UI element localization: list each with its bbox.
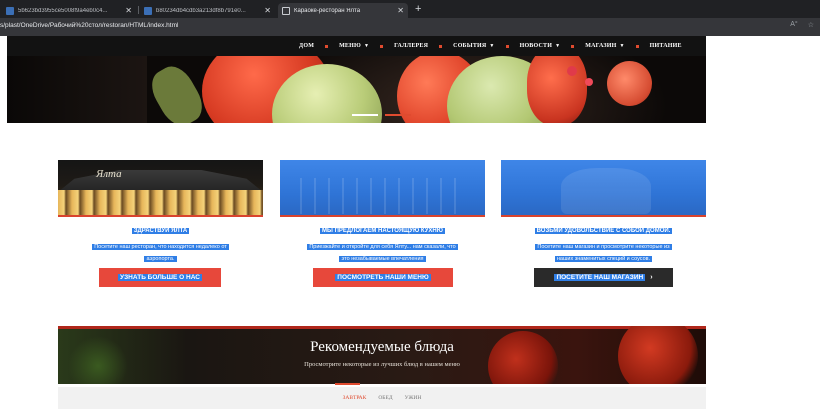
- button-label: ПОСЕТИТЕ НАШ МАГАЗИН: [554, 274, 646, 281]
- card-image-shop: [501, 160, 706, 217]
- banner-top-line: [58, 326, 706, 329]
- read-aloud-icon[interactable]: A°: [790, 21, 797, 29]
- hero-food-shape: [144, 60, 210, 123]
- address-bar-actions: A° ☆: [790, 21, 814, 29]
- card-title-text: ЗДРАСТВУЙ ЯЛТА: [131, 228, 190, 234]
- about-us-button[interactable]: УЗНАТЬ БОЛЬШЕ О НАС: [99, 268, 221, 287]
- plus-icon[interactable]: +: [415, 2, 421, 16]
- restaurant-windows: [58, 190, 263, 215]
- card-description-line: Посетите наш магазин и просмотрите некот…: [535, 244, 672, 250]
- card-description-line: аэропорта.: [144, 256, 177, 262]
- browser-tab-title: Караоке-ресторан Ялта: [294, 7, 361, 14]
- card-description-line: Приезжайте и откройте для себя Ялту... н…: [307, 244, 458, 250]
- shop-pattern: [561, 168, 651, 214]
- card-description: Приезжайте и откройте для себя Ялту... н…: [280, 241, 485, 265]
- cuisine-pattern: [300, 178, 465, 214]
- visit-shop-button[interactable]: ПОСЕТИТЕ НАШ МАГАЗИН ›: [534, 268, 673, 287]
- button-label: УЗНАТЬ БОЛЬШЕ О НАС: [118, 274, 202, 281]
- nav-separator: [380, 44, 384, 48]
- tab-lunch[interactable]: ОБЕД: [378, 395, 392, 401]
- hero-dark-area: [7, 56, 147, 123]
- hero-food-shape: [607, 61, 652, 106]
- view-menu-button[interactable]: ПОСМОТРЕТЬ НАШИ МЕНЮ: [313, 268, 453, 287]
- hero-food-shape: [585, 78, 593, 86]
- address-bar: s/plast/OneDrive/Рабочий%20стол/restoran…: [0, 18, 820, 36]
- card-title: ВОЗЬМИ УДОВОЛЬСТВИЕ С СОБОЙ ДОМОЙ.: [501, 228, 706, 234]
- card-description: Посетите наш ресторан, что находится нед…: [58, 241, 263, 265]
- hero-slider[interactable]: [7, 56, 706, 123]
- restaurant-sign: Ялта: [96, 168, 122, 180]
- tab-separator: [138, 6, 139, 14]
- chevron-down-icon: ▼: [555, 43, 561, 49]
- card-underline: [501, 215, 706, 217]
- featured-title: Рекомендуемые блюда: [310, 339, 454, 355]
- slider-dot-active[interactable]: [352, 114, 378, 116]
- close-icon[interactable]: ✕: [397, 6, 404, 15]
- nav-separator: [571, 44, 575, 48]
- nav-separator: [635, 44, 639, 48]
- site-navigation: ДОМ МЕНЮ ▼ ГАЛЛЕРЕЯ СОБЫТИЯ ▼ НОВОСТИ ▼ МАГ…: [7, 36, 706, 56]
- nav-item-shop[interactable]: МАГАЗИН ▼: [585, 43, 624, 49]
- chevron-down-icon: ▼: [489, 43, 495, 49]
- close-icon[interactable]: ✕: [125, 6, 132, 15]
- menu-tabs-strip: ЗАВТРАК ОБЕД УЖИН: [58, 387, 706, 409]
- browser-tab-bar: 5b623bd3955ce5008f9a4eb0c4... ✕ b80234db…: [0, 0, 820, 18]
- arrow-right-icon: ›: [650, 274, 653, 281]
- image-favicon-icon: [6, 6, 14, 15]
- card-title-text: ВОЗЬМИ УДОВОЛЬСТВИЕ С СОБОЙ ДОМОЙ.: [534, 228, 673, 234]
- nav-separator: [505, 44, 509, 48]
- hero-food-shape: [567, 66, 577, 76]
- card-description-line: это незабываемые впечатления: [339, 256, 426, 262]
- browser-tab-title: b80234db4cdb3a213df8b791e0...: [156, 7, 246, 14]
- card-underline: [280, 215, 485, 217]
- nav-item-label: МАГАЗИН: [585, 43, 617, 49]
- page-favicon-icon: [282, 6, 290, 15]
- nav-item-label: МЕНЮ: [339, 43, 361, 49]
- chevron-down-icon: ▼: [363, 43, 370, 49]
- nav-item-label: ГАЛЛЕРЕЯ: [394, 43, 429, 49]
- browser-tab-active[interactable]: Караоке-ресторан Ялта ✕: [278, 3, 408, 18]
- card-title-text: МЫ ПРЕДЛОГАЕМ НАСТОЯЩУЮ КУХНЮ: [320, 228, 445, 234]
- button-label: ПОСМОТРЕТЬ НАШИ МЕНЮ: [335, 274, 431, 281]
- nav-item-nutrition[interactable]: ПИТАНИЕ: [650, 43, 682, 49]
- nav-item-label: НОВОСТИ: [519, 43, 553, 49]
- nav-item-label: ПИТАНИЕ: [649, 43, 682, 49]
- card-image-cuisine: [280, 160, 485, 217]
- card-title: МЫ ПРЕДЛОГАЕМ НАСТОЯЩУЮ КУХНЮ: [280, 228, 485, 234]
- browser-tab-2[interactable]: b80234db4cdb3a213df8b791e0... ✕: [140, 3, 275, 18]
- chevron-down-icon: ▼: [619, 43, 625, 49]
- nav-item-menu[interactable]: МЕНЮ ▼: [339, 43, 369, 49]
- card-description: Посетите наш магазин и просмотрите некот…: [501, 241, 706, 265]
- browser-tab-1[interactable]: 5b623bd3955ce5008f9a4eb0c4... ✕: [2, 3, 136, 18]
- image-favicon-icon: [144, 6, 152, 15]
- nav-menu: ДОМ МЕНЮ ▼ ГАЛЛЕРЕЯ СОБЫТИЯ ▼ НОВОСТИ ▼ МАГ…: [299, 36, 682, 56]
- nav-item-label: СОБЫТИЯ: [453, 43, 487, 49]
- url-text[interactable]: s/plast/OneDrive/Рабочий%20стол/restoran…: [0, 22, 178, 29]
- browser-tab-title: 5b623bd3955ce5008f9a4eb0c4...: [18, 7, 108, 14]
- nav-item-home[interactable]: ДОМ: [299, 43, 314, 49]
- hero-food-shape: [527, 56, 587, 123]
- nav-separator: [325, 44, 329, 48]
- tab-dinner[interactable]: УЖИН: [405, 395, 422, 401]
- card-description-line: наших знаменитых специй и соусов.: [554, 256, 653, 262]
- nav-item-gallery[interactable]: ГАЛЛЕРЕЯ: [394, 43, 428, 49]
- featured-dishes-banner: Рекомендуемые блюда Просмотрите некоторы…: [58, 326, 706, 384]
- restaurant-roof: [58, 170, 263, 192]
- card-image-restaurant: Ялта: [58, 160, 263, 217]
- slider-dot[interactable]: [385, 114, 411, 116]
- card-title: ЗДРАСТВУЙ ЯЛТА: [58, 228, 263, 234]
- nav-item-label: ДОМ: [299, 43, 315, 49]
- card-underline: [58, 215, 263, 217]
- card-description-line: Посетите наш ресторан, что находится нед…: [92, 244, 229, 250]
- menu-tabs: ЗАВТРАК ОБЕД УЖИН: [58, 395, 706, 401]
- nav-item-news[interactable]: НОВОСТИ ▼: [520, 43, 561, 49]
- favorites-icon[interactable]: ☆: [808, 21, 814, 29]
- featured-subtitle: Просмотрите некоторые из лучших блюд в н…: [304, 361, 460, 368]
- close-icon[interactable]: ✕: [264, 6, 271, 15]
- featured-marker: [335, 383, 360, 385]
- nav-separator: [439, 44, 443, 48]
- nav-item-events[interactable]: СОБЫТИЯ ▼: [453, 43, 494, 49]
- tab-breakfast[interactable]: ЗАВТРАК: [343, 395, 367, 401]
